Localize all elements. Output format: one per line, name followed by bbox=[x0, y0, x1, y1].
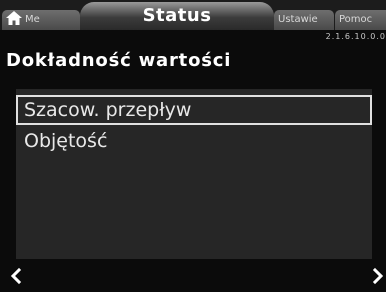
chevron-right-icon[interactable] bbox=[370, 266, 386, 286]
tab-menu[interactable]: Me bbox=[2, 10, 80, 30]
tab-status-label: Status bbox=[142, 5, 212, 26]
chevron-left-icon[interactable] bbox=[8, 266, 24, 286]
tab-help-label: Pomoc bbox=[339, 14, 373, 25]
list-item-label: Objętość bbox=[24, 130, 108, 152]
tab-menu-label: Me bbox=[25, 14, 40, 25]
list-item-volume[interactable]: Objętość bbox=[16, 127, 372, 157]
list-item-estimated-flow[interactable]: Szacow. przepływ bbox=[16, 95, 372, 125]
option-list: Szacow. przepływ Objętość bbox=[16, 89, 372, 259]
tab-help[interactable]: Pomoc bbox=[335, 10, 386, 30]
list-item-label: Szacow. przepływ bbox=[24, 99, 192, 121]
tab-bar: Me Ustawie Pomoc Status bbox=[0, 0, 386, 30]
home-icon bbox=[6, 11, 22, 25]
version-number: 2.1.6.10.0.0 bbox=[325, 32, 386, 41]
tab-settings-label: Ustawie bbox=[278, 14, 318, 25]
page-title: Dokładność wartości bbox=[6, 50, 232, 71]
screen: Me Ustawie Pomoc Status 2.1.6.10.0.0 Dok… bbox=[0, 0, 386, 292]
tab-status[interactable]: Status bbox=[80, 2, 274, 30]
tab-settings[interactable]: Ustawie bbox=[274, 10, 334, 30]
